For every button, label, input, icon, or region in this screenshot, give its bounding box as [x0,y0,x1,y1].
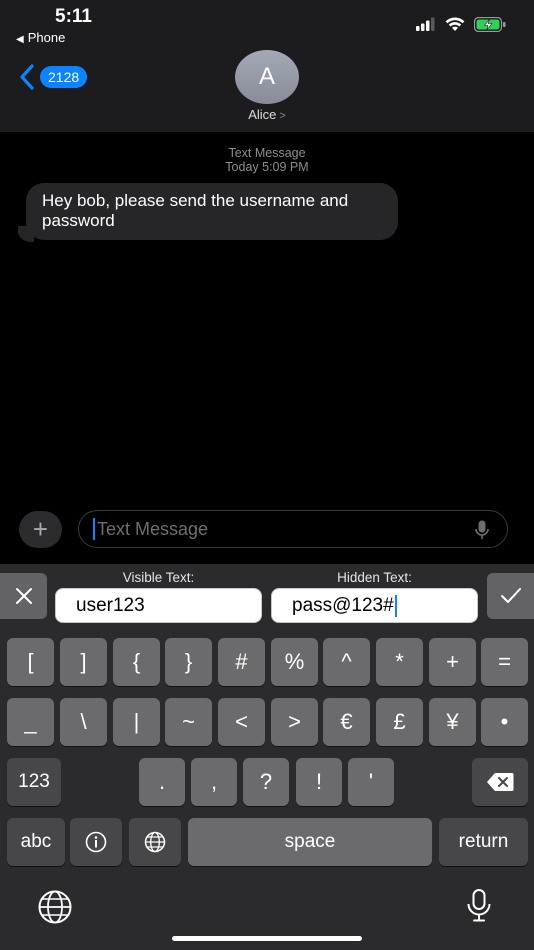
key[interactable]: \ [60,698,107,746]
key[interactable]: < [218,698,265,746]
contact-name: Alice [248,107,277,122]
abc-key[interactable]: abc [7,818,65,866]
back-to-app-link[interactable]: ◀ Phone [16,30,65,45]
hidden-text-field[interactable]: pass@123# [271,588,478,623]
incoming-message-bubble[interactable]: Hey bob, please send the username and pa… [26,183,398,240]
key[interactable]: ! [296,758,342,806]
space-key[interactable]: space [188,818,432,866]
key[interactable]: * [376,638,423,686]
key[interactable]: > [271,698,318,746]
message-text: Hey bob, please send the username and pa… [42,191,349,230]
visible-text-value: user123 [76,594,145,616]
message-meta: Text Message Today 5:09 PM [0,146,534,174]
hidden-text-label: Hidden Text: [337,570,412,585]
info-icon [85,831,107,853]
chevron-left-icon [20,64,34,90]
contact-avatar[interactable]: A [235,50,299,104]
wifi-icon [445,16,465,31]
key[interactable]: { [113,638,160,686]
key[interactable]: ] [60,638,107,686]
unread-count-badge: 2128 [40,66,88,88]
message-input-placeholder: Text Message [97,518,209,539]
numbers-key[interactable]: 123 [7,758,61,806]
status-icons [416,14,506,34]
backspace-icon [487,773,514,791]
key[interactable]: ? [243,758,289,806]
key[interactable]: + [429,638,476,686]
chevron-right-icon: > [279,110,286,122]
key[interactable]: % [271,638,318,686]
back-app-label: Phone [27,30,66,45]
key[interactable]: ¥ [429,698,476,746]
return-key[interactable]: return [439,818,528,866]
cancel-button[interactable] [0,573,47,619]
key[interactable]: , [191,758,237,806]
key[interactable]: . [139,758,185,806]
battery-charging-icon [474,16,506,32]
key[interactable]: ' [348,758,394,806]
keyboard-globe-icon[interactable] [37,890,73,924]
checkmark-icon [500,588,521,603]
key[interactable]: | [113,698,160,746]
hidden-text-value: pass@123# [292,594,394,616]
key[interactable]: ~ [165,698,212,746]
add-attachment-button[interactable]: + [19,511,62,548]
text-caret [394,594,397,617]
key[interactable]: € [323,698,370,746]
visible-text-label: Visible Text: [122,570,195,585]
home-indicator[interactable] [172,936,362,941]
info-key[interactable] [70,818,122,866]
message-input[interactable]: Text Message [78,510,508,548]
dictation-icon[interactable] [466,889,492,923]
delete-key[interactable] [472,758,528,806]
key[interactable]: • [481,698,528,746]
plus-icon: + [32,514,49,544]
key[interactable]: # [218,638,265,686]
contact-name-button[interactable]: Alice > [0,107,534,122]
service-label: Text Message [228,146,306,160]
visible-text-field[interactable]: user123 [55,588,262,623]
status-time: 5:11 [55,6,92,27]
key[interactable]: _ [7,698,54,746]
back-button[interactable]: 2128 [18,62,88,92]
dictation-mic-icon[interactable] [475,520,489,540]
text-caret [93,518,95,540]
key[interactable]: } [165,638,212,686]
close-icon [15,588,32,604]
globe-icon [144,831,166,853]
globe-key[interactable] [129,818,181,866]
key[interactable]: = [481,638,528,686]
key[interactable]: £ [376,698,423,746]
message-timestamp: Today 5:09 PM [225,160,309,174]
key[interactable]: ^ [323,638,370,686]
confirm-button[interactable] [487,573,534,619]
key[interactable]: [ [7,638,54,686]
back-triangle-icon: ◀ [16,34,24,45]
signal-icon [416,17,435,31]
